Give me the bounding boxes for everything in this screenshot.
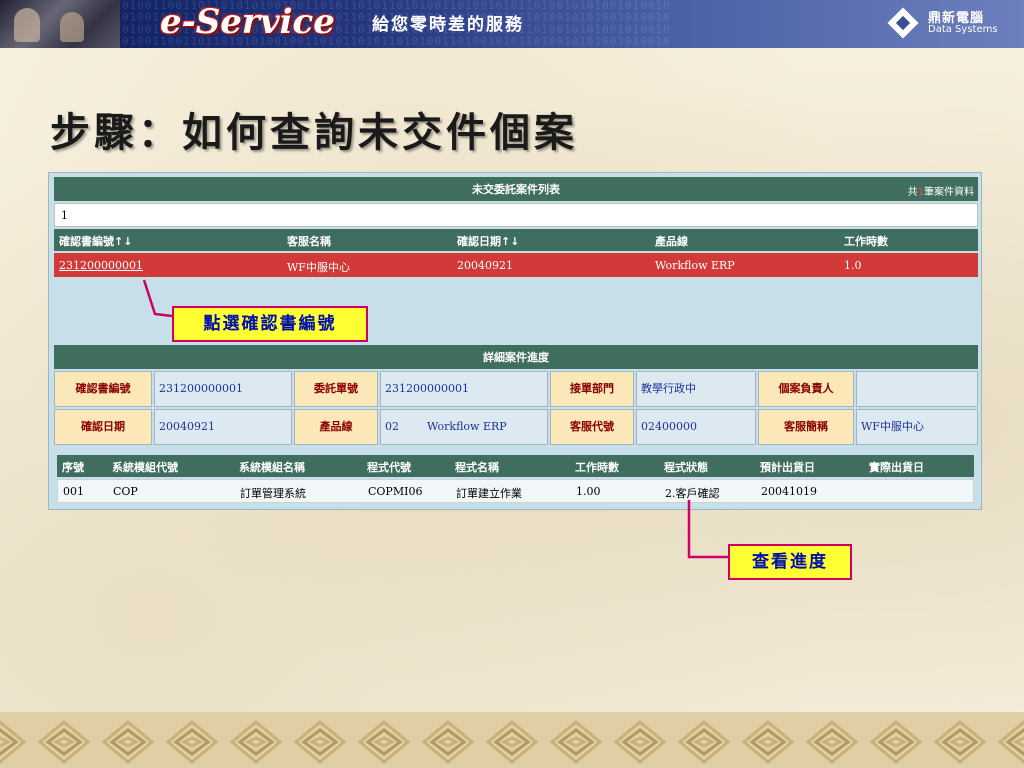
lattice-diamond [52, 736, 76, 748]
cell-est-ship-date: 20041019 [761, 485, 817, 498]
label-product-line: 產品線 [294, 409, 378, 445]
lattice-diamond [692, 736, 716, 748]
cell-product-line: Workflow ERP [655, 259, 735, 272]
page-number[interactable]: 1 [54, 203, 978, 227]
lattice-diamond [884, 736, 908, 748]
col-service-name: 客服名稱 [287, 235, 331, 248]
detail-title: 詳細案件進度 [483, 351, 549, 364]
label-request-no: 委託單號 [294, 371, 378, 407]
table-row: 001 COP 訂單管理系統 COPMI06 訂單建立作業 1.00 2.客戶確… [57, 479, 974, 503]
lattice-diamond [628, 736, 652, 748]
list-title: 未交委託案件列表 [472, 183, 560, 196]
label-confirm-no: 確認書編號 [54, 371, 152, 407]
cell-program-status: 2.客戶確認 [665, 487, 720, 500]
banner-title: e-Service [160, 2, 335, 42]
value-confirm-date: 20040921 [154, 409, 292, 445]
cell-program-code: COPMI06 [368, 485, 423, 498]
label-service-code: 客服代號 [550, 409, 634, 445]
cell-seq: 001 [63, 485, 84, 498]
progress-header: 序號 系統模組代號 系統模組名稱 程式代號 程式名稱 工作時數 程式狀態 預計出… [57, 455, 974, 477]
cell-module-code: COP [113, 485, 138, 498]
label-confirm-date: 確認日期 [54, 409, 152, 445]
label-department: 接單部門 [550, 371, 634, 407]
cell-work-hours: 1.00 [576, 485, 601, 498]
lattice-diamond [820, 736, 844, 748]
company-logo: 鼎新電腦 Data Systems [887, 6, 1014, 42]
value-request-no: 231200000001 [380, 371, 548, 407]
detail-info-row: 確認日期 20040921 產品線 02 Workflow ERP 客服代號 0… [54, 409, 978, 445]
banner-slogan: 給您零時差的服務 [372, 15, 524, 35]
col-confirm-date-sort[interactable]: 確認日期↑↓ [457, 233, 519, 249]
col-module-code: 系統模組代號 [112, 461, 178, 474]
lattice-diamond [372, 736, 396, 748]
value-service-code: 02400000 [636, 409, 756, 445]
col-program-name: 程式名稱 [455, 461, 499, 474]
value-department: 教學行政中 [636, 371, 756, 407]
cell-module-name: 訂單管理系統 [240, 487, 306, 500]
col-seq: 序號 [62, 461, 84, 474]
lattice-diamond [0, 736, 12, 748]
lattice-diamond [116, 736, 140, 748]
diamond-logo-icon [887, 7, 919, 39]
lattice-diamond [180, 736, 204, 748]
confirm-no-link[interactable]: 231200000001 [59, 259, 143, 272]
label-service-short: 客服簡稱 [758, 409, 854, 445]
cell-confirm-date: 20040921 [457, 259, 513, 272]
value-service-short: WF中服中心 [856, 409, 978, 445]
lattice-diamond [1012, 736, 1024, 748]
cell-service-name: WF中服中心 [287, 261, 350, 274]
lattice-diamond [244, 736, 268, 748]
detail-title-bar: 詳細案件進度 [54, 345, 978, 369]
col-confirm-no-sort[interactable]: 確認書編號↑↓ [59, 233, 132, 249]
lattice-diamond [997, 720, 1024, 764]
lattice-diamond [564, 736, 588, 748]
lattice-diamond [500, 736, 524, 748]
col-work-hours: 工作時數 [844, 235, 888, 248]
col-module-name: 系統模組名稱 [239, 461, 305, 474]
list-count: 共1筆案件資料 [907, 187, 974, 198]
lattice-diamond [756, 736, 780, 748]
page-title: 步驟：如何查詢未交件個案 [50, 109, 578, 156]
cell-program-name: 訂單建立作業 [456, 487, 522, 500]
list-header: 確認書編號↑↓ 客服名稱 確認日期↑↓ 產品線 工作時數 [54, 229, 978, 251]
callout-view-progress: 查看進度 [728, 544, 852, 580]
table-row[interactable]: 231200000001 WF中服中心 20040921 Workflow ER… [54, 253, 978, 277]
company-name-en: Data Systems [928, 24, 998, 35]
label-case-owner: 個案負責人 [758, 371, 854, 407]
col-product-line: 產品線 [655, 235, 688, 248]
header-banner: 0100101001010101010011001101101010100100… [0, 0, 1024, 48]
lattice-pattern [0, 720, 1024, 764]
decorative-footer [0, 712, 1024, 768]
col-est-ship-date: 預計出貨日 [760, 461, 815, 474]
value-product-line: 02 Workflow ERP [380, 409, 548, 445]
col-program-code: 程式代號 [367, 461, 411, 474]
col-actual-ship-date: 實際出貨日 [869, 461, 924, 474]
detail-info-row: 確認書編號 231200000001 委託單號 231200000001 接單部… [54, 371, 978, 407]
value-confirm-no: 231200000001 [154, 371, 292, 407]
lattice-diamond [436, 736, 460, 748]
lattice-diamond [308, 736, 332, 748]
cell-work-hours: 1.0 [844, 259, 862, 272]
lattice-diamond [948, 736, 972, 748]
banner-photo [0, 0, 120, 48]
value-case-owner [856, 371, 978, 407]
list-title-bar: 未交委託案件列表 共1筆案件資料 [54, 177, 978, 201]
col-program-status: 程式狀態 [664, 461, 708, 474]
lattice-diamond [0, 720, 27, 764]
col-work-hours: 工作時數 [575, 461, 619, 474]
callout-select-confirm-no: 點選確認書編號 [172, 306, 368, 342]
